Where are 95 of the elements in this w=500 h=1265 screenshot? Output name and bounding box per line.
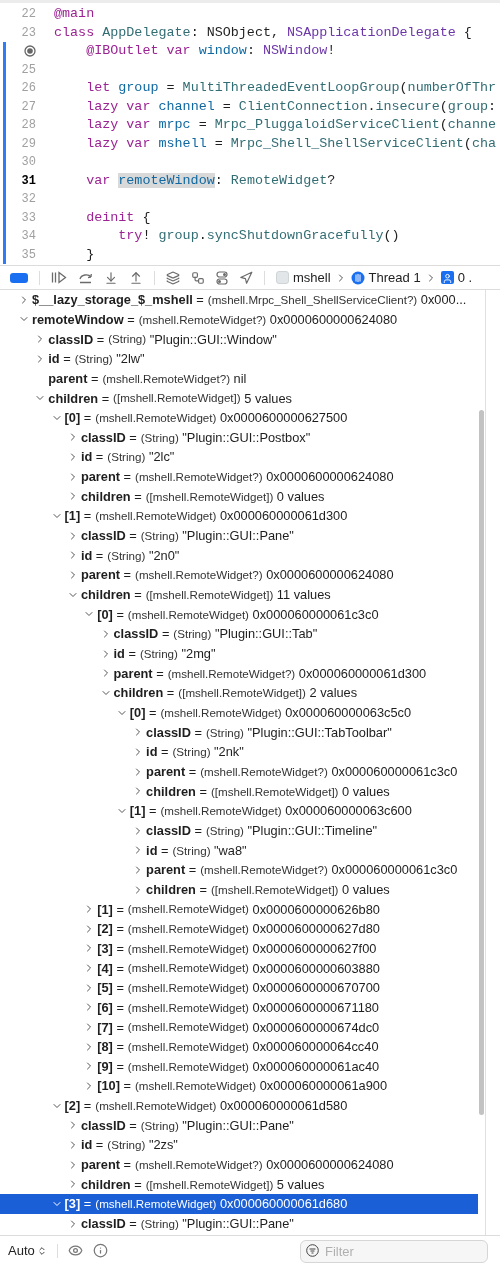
line-number: 25 — [21, 61, 36, 79]
code-line: let group = MultiThreadedEventLoopGroup(numberOfThr — [85, 79, 496, 98]
code-line: lazy var channel = ClientConnection.insecure(group: — [85, 97, 497, 116]
variable-row[interactable]: [6] = (mshell.RemoteWidget) 0x0000600000671180 — [0, 997, 478, 1018]
environment-toggle-icon[interactable] — [216, 270, 228, 285]
view-hierarchy-icon[interactable] — [166, 270, 180, 285]
line-number: 28 — [21, 117, 36, 135]
variable-row[interactable]: classID = (String) "Plugin::GUI::Pane" — [0, 1115, 478, 1136]
app-icon — [276, 271, 289, 284]
thread-icon — [350, 270, 365, 285]
line-number: 22 — [21, 6, 36, 24]
variable-row[interactable]: classID = (String) "Plugin::GUI::Postbox" — [0, 427, 478, 448]
variable-row[interactable]: classID = (String) "Plugin::GUI::Window" — [0, 329, 478, 349]
variable-row[interactable]: classID = (String) "Plugin::GUI::Pane" — [0, 525, 478, 546]
variable-row[interactable]: [4] = (mshell.RemoteWidget) 0x0000600000603880 — [0, 958, 478, 978]
variable-row[interactable]: children = ([mshell.RemoteWidget]) 11 values — [0, 584, 478, 605]
code-line: var remoteWindow: RemoteWidget? — [85, 171, 336, 190]
scope-popup[interactable]: Auto — [8, 1240, 47, 1261]
variable-row[interactable]: id = (String) "2lw" — [0, 348, 478, 369]
continue-icon[interactable] — [51, 271, 67, 284]
variable-row[interactable]: remoteWindow = (mshell.RemoteWidget?) 0x0000600000624080 — [0, 309, 478, 330]
up-down-chevron-icon — [36, 1245, 47, 1256]
variable-row[interactable]: [5] = (mshell.RemoteWidget) 0x0000600000670700 — [0, 977, 478, 998]
code-line: class AppDelegate: NSObject, NSApplicationDelegate { — [54, 23, 472, 42]
variable-row[interactable]: id = (String) "2zs" — [0, 1135, 478, 1155]
code-line: lazy var mrpc = Mrpc_PluggaloidServiceClient(channe — [85, 116, 496, 135]
variable-row[interactable]: id = (String) "2n0" — [0, 545, 478, 566]
variable-row[interactable]: [9] = (mshell.RemoteWidget) 0x000060000061ac40 — [0, 1056, 478, 1077]
variable-row[interactable]: [1] = (mshell.RemoteWidget) 0x0000600000626b80 — [0, 899, 478, 919]
variable-row[interactable]: [3] = (mshell.RemoteWidget) 0x0000600000627f00 — [0, 938, 478, 959]
filter-icon — [306, 1244, 319, 1257]
variable-row[interactable]: parent = (mshell.RemoteWidget?) 0x000060000061c3c0 — [0, 761, 478, 782]
line-number: 31 — [21, 172, 36, 190]
variable-row[interactable]: id = (String) "2nk" — [0, 742, 478, 762]
line-number: 35 — [21, 246, 36, 264]
selected-variable-row[interactable]: [3] = (mshell.RemoteWidget) 0x000060000061d680 — [0, 1194, 478, 1214]
variable-row[interactable]: [1] = (mshell.RemoteWidget) 0x000060000063c600 — [0, 801, 478, 821]
line-number: 30 — [21, 154, 36, 172]
variable-row[interactable]: children = ([mshell.RemoteWidget]) 2 values — [0, 683, 478, 703]
outlet-connection-icon[interactable] — [24, 45, 36, 58]
variable-row[interactable]: [8] = (mshell.RemoteWidget) 0x000060000064cc40 — [0, 1036, 478, 1057]
thread-name[interactable]: Thread 1 — [368, 267, 421, 288]
step-out-icon[interactable] — [129, 270, 143, 285]
variable-row[interactable]: [0] = (mshell.RemoteWidget) 0x0000600000627500 — [0, 407, 478, 428]
variable-row[interactable]: id = (String) "2lc" — [0, 447, 478, 467]
variable-row[interactable]: [1] = (mshell.RemoteWidget) 0x000060000061d300 — [0, 506, 478, 526]
variable-row[interactable]: id = (String) "wa8" — [0, 840, 478, 861]
variable-row[interactable]: classID = (String) "Plugin::GUI::Pane" — [0, 1213, 478, 1234]
variable-row[interactable]: parent = (mshell.RemoteWidget?) nil — [0, 368, 478, 389]
frame-name[interactable]: 0 . — [457, 267, 473, 288]
step-into-icon[interactable] — [104, 270, 118, 285]
variable-row[interactable]: parent = (mshell.RemoteWidget?) 0x000060000061d300 — [0, 663, 478, 684]
code-line: @IBOutlet var window: NSWindow! — [85, 42, 336, 61]
process-name[interactable]: mshell — [293, 267, 331, 288]
line-number: 32 — [21, 191, 36, 209]
variable-row[interactable]: parent = (mshell.RemoteWidget?) 0x000060000061c3c0 — [0, 860, 478, 880]
code-line: try! group.syncShutdownGracefully() — [117, 227, 400, 246]
variable-row[interactable]: children = ([mshell.RemoteWidget]) 0 values — [0, 781, 478, 802]
scrollbar-thumb[interactable] — [479, 410, 484, 1115]
memory-graph-icon[interactable] — [191, 270, 205, 285]
variable-row[interactable]: children = ([mshell.RemoteWidget]) 5 values — [0, 388, 478, 408]
variable-row[interactable]: [7] = (mshell.RemoteWidget) 0x0000600000674dc0 — [0, 1017, 478, 1037]
variable-row[interactable]: parent = (mshell.RemoteWidget?) 0x0000600000624080 — [0, 565, 478, 585]
frame-icon — [440, 271, 454, 284]
line-number: 33 — [21, 209, 36, 227]
line-number: 29 — [21, 135, 36, 153]
eye-icon[interactable] — [67, 1243, 83, 1258]
location-icon[interactable] — [239, 270, 253, 285]
variable-row[interactable]: $__lazy_storage_$_mshell = (mshell.Mrpc_Shell_ShellServiceClient?) 0x000... — [0, 290, 478, 310]
line-number: 34 — [21, 228, 36, 246]
line-number: 27 — [21, 98, 36, 116]
variable-row[interactable]: [10] = (mshell.RemoteWidget) 0x000060000061a900 — [0, 1076, 478, 1096]
variable-row[interactable]: children = ([mshell.RemoteWidget]) 5 values — [0, 1174, 478, 1195]
variable-row[interactable]: parent = (mshell.RemoteWidget?) 0x0000600000624080 — [0, 1154, 478, 1175]
variable-row[interactable]: classID = (String) "Plugin::GUI::TabToolbar" — [0, 722, 478, 743]
breakpoints-toggle[interactable] — [10, 272, 28, 283]
variable-row[interactable]: classID = (String) "Plugin::GUI::Tab" — [0, 624, 478, 644]
variable-row[interactable]: parent = (mshell.RemoteWidget?) 0x0000600000624080 — [0, 466, 478, 487]
step-over-icon[interactable] — [78, 271, 93, 284]
variable-row[interactable]: [0] = (mshell.RemoteWidget) 0x000060000063c5c0 — [0, 702, 478, 723]
variable-row[interactable]: [0] = (mshell.RemoteWidget) 0x000060000061c3c0 — [0, 604, 478, 625]
variable-row[interactable]: children = ([mshell.RemoteWidget]) 0 values — [0, 486, 478, 507]
variable-row[interactable]: id = (String) "2mg" — [0, 643, 478, 664]
info-icon[interactable] — [92, 1243, 108, 1258]
code-line: @main — [54, 5, 95, 24]
code-line: lazy var mshell = Mrpc_Shell_ShellServiceClient(cha — [85, 134, 496, 153]
variable-row[interactable]: classID = (String) "Plugin::GUI::Timeline" — [0, 820, 478, 841]
line-number: 23 — [21, 24, 36, 42]
variable-row[interactable]: [2] = (mshell.RemoteWidget) 0x000060000061d580 — [0, 1095, 478, 1116]
variable-row[interactable]: children = ([mshell.RemoteWidget]) 0 values — [0, 879, 478, 900]
line-number: 26 — [21, 80, 36, 98]
filter-field[interactable]: Filter — [300, 1240, 488, 1263]
code-line: } — [85, 245, 95, 264]
code-line: deinit { — [85, 208, 151, 227]
variable-row[interactable]: [2] = (mshell.RemoteWidget) 0x0000600000627d80 — [0, 919, 478, 939]
